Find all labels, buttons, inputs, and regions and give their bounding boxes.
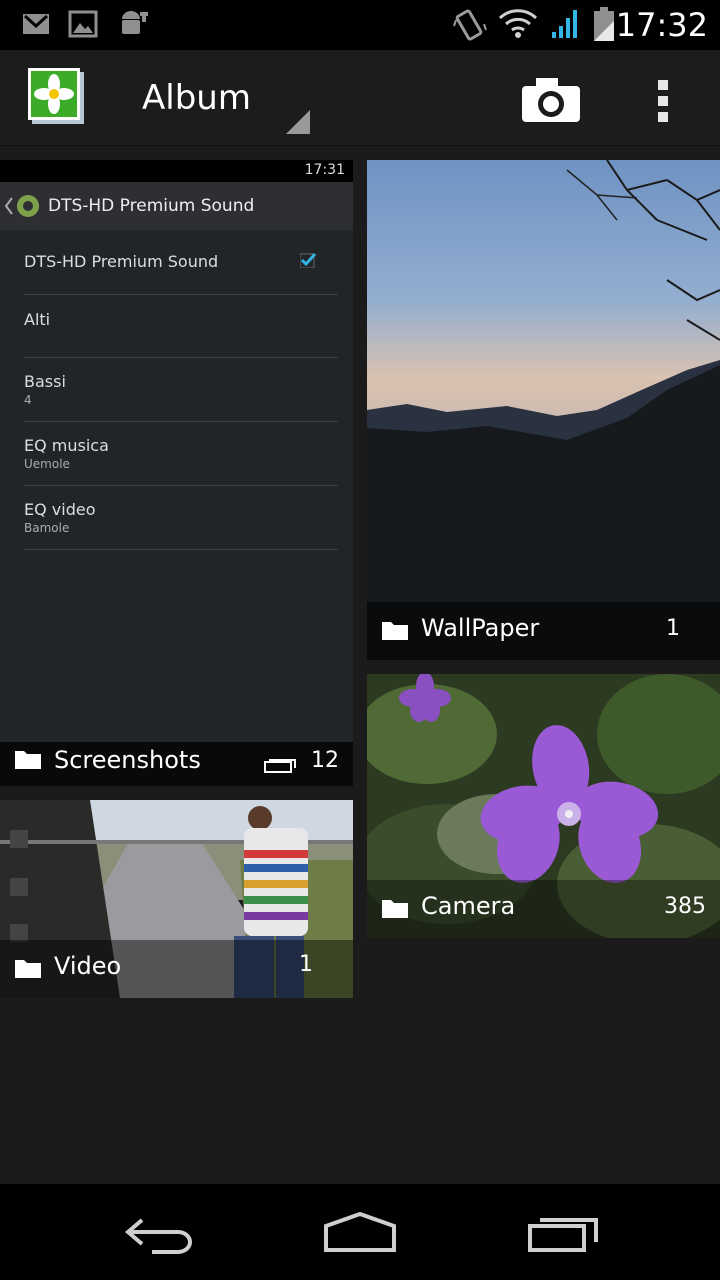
- wifi-icon: [498, 9, 538, 38]
- android-debug-icon: [122, 11, 148, 34]
- album-title[interactable]: Album: [142, 78, 251, 118]
- thumb-title: DTS-HD Premium Sound: [48, 196, 255, 216]
- screenshot-thumbnail: 17:31 DTS-HD Premium Sound DTS-HD Premiu…: [0, 160, 353, 786]
- home-icon[interactable]: [320, 1210, 400, 1254]
- gmail-icon: [23, 14, 49, 34]
- overflow-menu-icon[interactable]: [648, 78, 678, 128]
- album-tile-wallpaper[interactable]: WallPaper 1: [367, 160, 720, 660]
- camera-icon[interactable]: [520, 76, 582, 124]
- thumb-row: Bassi 4: [24, 372, 338, 422]
- album-stack-icon: [264, 759, 296, 773]
- gallery-app-icon[interactable]: [26, 68, 86, 128]
- folder-icon: [15, 960, 41, 978]
- thumb-action-bar: DTS-HD Premium Sound: [0, 182, 353, 230]
- thumb-row: Alti: [24, 310, 338, 358]
- wallpaper-thumbnail: [367, 160, 720, 660]
- recents-icon[interactable]: [524, 1212, 604, 1254]
- checkbox-checked-icon: [300, 252, 316, 268]
- thumb-status-bar: 17:31: [0, 160, 353, 182]
- battery-icon: [594, 7, 614, 41]
- image-notification-icon: [68, 10, 98, 38]
- thumb-row: EQ video Bamole: [24, 500, 338, 550]
- album-name: Screenshots: [54, 746, 201, 774]
- album-tile-camera[interactable]: Camera 385: [367, 674, 720, 938]
- album-label: Screenshots 12: [0, 742, 353, 786]
- settings-gear-icon: [4, 195, 39, 217]
- action-bar: Album: [0, 50, 720, 146]
- navigation-bar: [0, 1184, 720, 1280]
- status-bar: 17:32: [0, 0, 720, 50]
- album-name: Camera: [421, 892, 516, 920]
- album-name: Video: [54, 952, 122, 980]
- album-count: 1: [666, 616, 680, 641]
- album-name: WallPaper: [421, 614, 540, 642]
- album-tile-screenshots[interactable]: 17:31 DTS-HD Premium Sound DTS-HD Premiu…: [0, 160, 353, 786]
- status-time: 17:32: [615, 6, 708, 44]
- vibrate-icon: [453, 9, 487, 41]
- thumb-time: 17:31: [304, 162, 345, 178]
- back-icon[interactable]: [120, 1214, 200, 1254]
- thumb-row: EQ musica Uemole: [24, 436, 338, 486]
- folder-icon: [382, 622, 408, 640]
- folder-icon: [382, 900, 408, 918]
- album-count: 385: [664, 894, 706, 919]
- thumb-row: DTS-HD Premium Sound: [24, 252, 338, 295]
- album-count: 12: [311, 748, 339, 773]
- album-tile-video[interactable]: Video 1: [0, 800, 353, 998]
- folder-icon: [15, 751, 41, 769]
- album-label: Video 1: [0, 940, 353, 998]
- album-label: WallPaper 1: [367, 602, 720, 660]
- signal-icon: [552, 10, 577, 38]
- dropdown-triangle-icon[interactable]: [286, 110, 310, 134]
- album-count: 1: [299, 952, 313, 977]
- album-label: Camera 385: [367, 880, 720, 938]
